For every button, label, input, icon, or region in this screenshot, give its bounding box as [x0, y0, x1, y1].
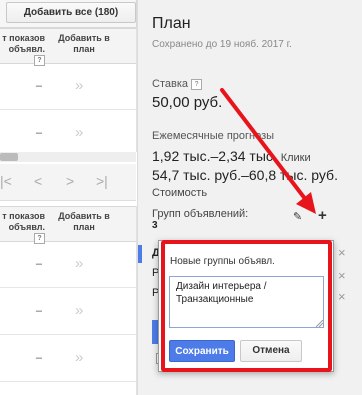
- save-button[interactable]: Сохранить: [169, 340, 235, 362]
- resize-handle-icon[interactable]: [316, 320, 323, 327]
- cancel-button[interactable]: Отмена: [240, 340, 302, 362]
- dialog-title: Новые группы объявл.: [170, 256, 275, 267]
- ad-group-names-textarea[interactable]: Дизайн интерьера / Транзакционные: [169, 276, 324, 328]
